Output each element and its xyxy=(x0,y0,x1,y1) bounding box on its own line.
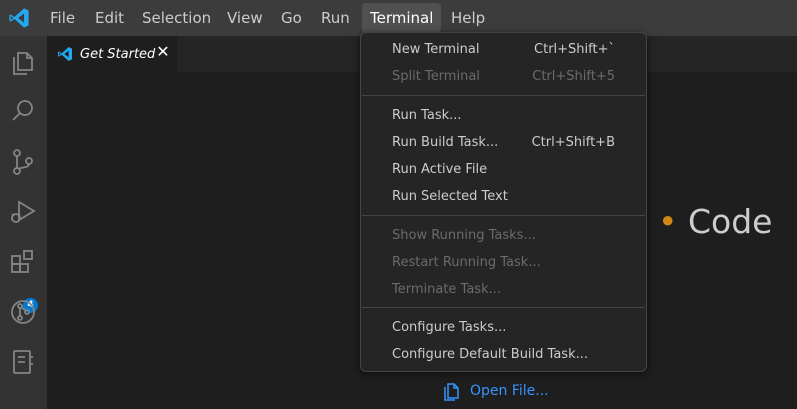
git-graph-icon[interactable] xyxy=(8,297,38,327)
shortcut: Ctrl+Shift+` xyxy=(534,42,615,57)
close-icon[interactable]: ✕ xyxy=(155,44,171,60)
menu-item-split-terminal: Split Terminal Ctrl+Shift+5 xyxy=(361,64,646,90)
menu-terminal[interactable]: Terminal xyxy=(362,3,442,33)
welcome-heading: • Code xyxy=(658,202,772,242)
menu-item-terminate-task: Terminate Task... xyxy=(392,282,502,297)
menu-item-restart-running-task: Restart Running Task... xyxy=(392,255,541,270)
run-debug-icon[interactable] xyxy=(8,197,38,227)
menu-item-run-build-task[interactable]: Run Build Task... Ctrl+Shift+B xyxy=(361,130,646,156)
menu-separator xyxy=(362,307,645,308)
tab-get-started[interactable]: Get Started ✕ xyxy=(47,36,177,72)
menu-item-run-active-file[interactable]: Run Active File xyxy=(361,157,646,183)
menu-item-run-selected-text[interactable]: Run Selected Text xyxy=(361,184,646,210)
title-bar: File Edit Selection View Go Run Terminal… xyxy=(0,0,797,36)
open-file-icon xyxy=(444,383,459,401)
heading-text: Code xyxy=(687,202,773,241)
vscode-logo-icon[interactable] xyxy=(8,7,30,29)
vscode-logo-icon xyxy=(58,47,72,61)
activity-bar: 4 xyxy=(0,36,47,409)
notebook-icon[interactable] xyxy=(8,347,38,377)
menu-file[interactable]: File xyxy=(42,3,83,33)
shortcut: Ctrl+Shift+B xyxy=(531,135,615,150)
menu-help[interactable]: Help xyxy=(443,3,493,33)
explorer-icon[interactable] xyxy=(8,48,38,78)
menu-edit[interactable]: Edit xyxy=(87,3,132,33)
menu-item-new-terminal[interactable]: New Terminal Ctrl+Shift+` xyxy=(361,37,646,63)
menu-view[interactable]: View xyxy=(219,3,271,33)
menu-separator xyxy=(362,95,645,96)
source-control-icon[interactable] xyxy=(8,147,38,177)
menu-item-configure-default-build-task[interactable]: Configure Default Build Task... xyxy=(361,342,646,368)
menu-item-run-task[interactable]: Run Task... xyxy=(361,103,646,129)
menu-run[interactable]: Run xyxy=(313,3,358,33)
shortcut: Ctrl+Shift+5 xyxy=(532,69,615,84)
menu-go[interactable]: Go xyxy=(273,3,310,33)
menu-item-show-running-tasks: Show Running Tasks... xyxy=(392,228,536,243)
extensions-icon[interactable] xyxy=(8,247,38,277)
open-file-label: Open File... xyxy=(470,383,549,399)
search-icon[interactable] xyxy=(8,96,38,126)
menu-selection[interactable]: Selection xyxy=(134,3,219,33)
terminal-menu-dropdown: New Terminal Ctrl+Shift+` Split Terminal… xyxy=(360,32,647,372)
heading-accent: • xyxy=(658,202,678,241)
menu-separator xyxy=(362,215,645,216)
tab-title: Get Started xyxy=(80,47,156,62)
menu-item-configure-tasks[interactable]: Configure Tasks... xyxy=(361,315,646,341)
